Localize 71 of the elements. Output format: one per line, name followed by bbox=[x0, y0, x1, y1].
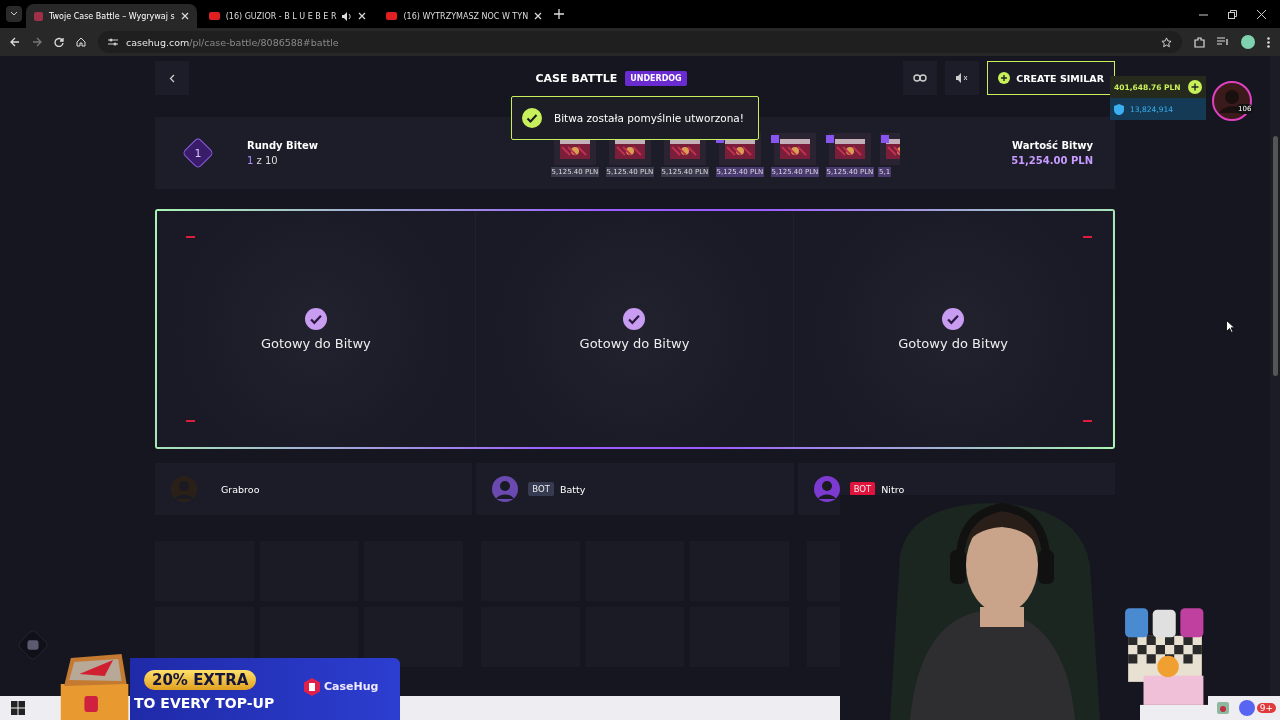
favicon-icon bbox=[386, 12, 398, 20]
extensions-icon[interactable] bbox=[1194, 36, 1205, 48]
scrollbar-thumb[interactable] bbox=[1272, 136, 1278, 376]
chevron-down-icon bbox=[10, 11, 18, 17]
browser-tab[interactable]: (16) GUZIOR - B L U E B E R bbox=[200, 4, 375, 28]
toast-message: Bitwa została pomyślnie utworzona! bbox=[554, 112, 744, 124]
avatar bbox=[813, 476, 840, 502]
create-similar-button[interactable]: CREATE SIMILAR bbox=[987, 61, 1115, 95]
menu-icon[interactable] bbox=[1267, 36, 1270, 48]
page-title: CASE BATTLE bbox=[535, 71, 618, 85]
battle-value: 51,254.00 PLN bbox=[1011, 155, 1093, 166]
back-icon[interactable] bbox=[10, 37, 20, 47]
bot-tag: BOT bbox=[528, 482, 554, 496]
promo-subline: TO EVERY TOP-UP bbox=[134, 695, 275, 711]
link-button[interactable] bbox=[903, 61, 938, 95]
corner-mark bbox=[186, 420, 195, 422]
case-image bbox=[826, 133, 873, 165]
case-image bbox=[771, 133, 818, 165]
plus-icon bbox=[998, 72, 1011, 84]
close-icon[interactable] bbox=[1257, 9, 1266, 19]
battle-value-label: Wartość Bitwy bbox=[1012, 140, 1093, 151]
ready-status: Gotowy do Bitwy bbox=[579, 335, 690, 351]
bookmark-star-icon[interactable] bbox=[1161, 36, 1172, 48]
check-icon bbox=[522, 108, 542, 128]
user-avatar[interactable] bbox=[1212, 81, 1252, 121]
forward-icon[interactable] bbox=[32, 37, 42, 47]
ready-status: Gotowy do Bitwy bbox=[898, 335, 1009, 351]
profile-avatar[interactable] bbox=[1241, 35, 1255, 49]
close-icon[interactable] bbox=[358, 12, 367, 20]
favicon-icon bbox=[208, 12, 220, 20]
rounds-label: Rundy Bitew bbox=[247, 140, 318, 151]
round-counter: 1 z 10 bbox=[247, 155, 279, 166]
mute-button[interactable] bbox=[945, 61, 980, 95]
tab-search-button[interactable] bbox=[6, 6, 22, 22]
new-tab-icon[interactable] bbox=[554, 9, 565, 19]
brand-name: CaseHug bbox=[324, 680, 379, 693]
windows-start-icon[interactable] bbox=[10, 700, 26, 716]
shield-icon bbox=[1114, 103, 1124, 115]
browser-tab[interactable]: Twoje Case Battle – Wygrywaj s bbox=[26, 4, 197, 28]
favicon-icon bbox=[34, 11, 43, 21]
home-icon[interactable] bbox=[76, 37, 86, 47]
browser-tab[interactable]: (16) WYTRZYMASZ NOC W TYN bbox=[378, 4, 551, 28]
link-icon bbox=[913, 74, 928, 82]
restore-icon[interactable] bbox=[1228, 9, 1237, 19]
promo-headline: 20% EXTRA bbox=[144, 670, 257, 690]
chat-app-icon[interactable] bbox=[1238, 700, 1255, 716]
player-name: Batty bbox=[559, 483, 586, 495]
promo-banner[interactable]: 20% EXTRA TO EVERY TOP-UP CaseHug bbox=[130, 658, 400, 720]
mode-badge: UNDERDOG bbox=[625, 70, 687, 86]
corner-mark bbox=[1083, 420, 1092, 422]
back-icon bbox=[169, 73, 175, 83]
corner-mark bbox=[186, 236, 195, 238]
media-control-icon[interactable] bbox=[1217, 37, 1229, 47]
ready-status: Gotowy do Bitwy bbox=[260, 335, 371, 351]
close-icon[interactable] bbox=[534, 12, 543, 20]
close-icon[interactable] bbox=[180, 12, 189, 20]
add-funds-icon[interactable] bbox=[1188, 80, 1202, 94]
reload-icon[interactable] bbox=[54, 37, 64, 47]
brand-logo-icon bbox=[304, 678, 320, 696]
avatar bbox=[492, 476, 519, 502]
app-icon[interactable] bbox=[1214, 700, 1231, 716]
player-name: Grabroo bbox=[221, 483, 260, 495]
mouse-cursor-icon bbox=[1226, 320, 1235, 333]
player-name: Nitro bbox=[881, 483, 905, 495]
muted-speaker-icon bbox=[956, 73, 969, 83]
bot-tag: BOT bbox=[849, 482, 876, 496]
corner-mark bbox=[1083, 236, 1092, 238]
site-settings-icon bbox=[108, 38, 118, 46]
notification-badge: 9+ bbox=[1256, 703, 1276, 713]
round-number: 1 bbox=[194, 146, 202, 160]
address-field[interactable]: casehug.com/pl/case-battle/8086588#battle bbox=[98, 31, 1182, 53]
